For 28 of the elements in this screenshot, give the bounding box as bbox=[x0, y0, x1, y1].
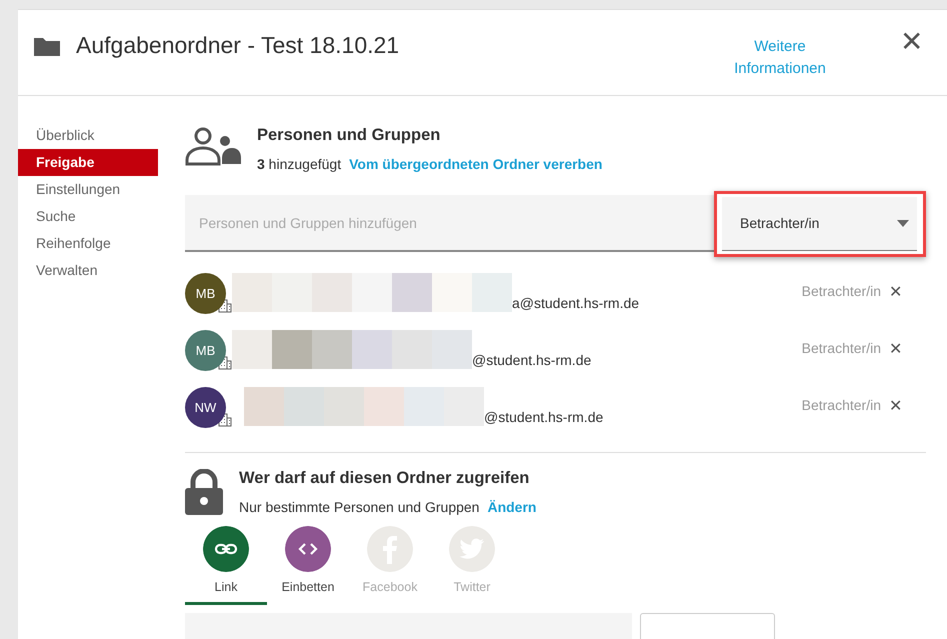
role-dropdown[interactable]: Betrachter/in bbox=[722, 196, 917, 251]
inherit-link[interactable]: Vom übergeordneten Ordner vererben bbox=[349, 154, 602, 175]
share-option-tab[interactable]: Einbetten bbox=[267, 526, 349, 606]
remove-button[interactable]: ✕ bbox=[881, 338, 902, 362]
window-title: Aufgabenordner - Test 18.10.21 bbox=[76, 31, 400, 60]
sidebar-item[interactable]: Suche bbox=[18, 203, 158, 230]
section-title: Wer darf auf diesen Ordner zugreifen bbox=[239, 468, 530, 489]
member-email: @student.hs-rm.de bbox=[484, 408, 604, 427]
sidebar-item[interactable]: Freigabe bbox=[18, 149, 158, 176]
member-email: a@student.hs-rm.de bbox=[512, 294, 640, 313]
avatar: NW bbox=[185, 386, 226, 428]
avatar: MB bbox=[185, 272, 226, 314]
share-option-tab[interactable]: Link bbox=[185, 526, 267, 606]
more-info-link[interactable]: Weitere Informationen bbox=[720, 36, 840, 80]
sidebar-item[interactable]: Einstellungen bbox=[18, 176, 158, 203]
change-link[interactable]: Ändern bbox=[487, 496, 536, 518]
remove-button[interactable]: ✕ bbox=[881, 394, 902, 419]
added-count: 3 hinzugefügt bbox=[257, 154, 342, 174]
member-email: @student.hs-rm.de bbox=[472, 350, 592, 370]
sidebar-item[interactable]: Reihenfolge bbox=[18, 230, 158, 257]
sidebar-item[interactable]: Verwalten bbox=[18, 257, 158, 284]
add-people-field[interactable]: Personen und Gruppen hinzufügen bbox=[185, 195, 714, 252]
section-title: Personen und Gruppen bbox=[257, 126, 442, 146]
sidebar-item[interactable]: Überblick bbox=[18, 122, 158, 149]
close-button[interactable]: ✕ bbox=[840, 28, 923, 56]
avatar: MB bbox=[185, 330, 226, 371]
access-description: Nur bestimmte Personen und Gruppen bbox=[239, 498, 480, 517]
remove-button[interactable]: ✕ bbox=[881, 280, 902, 305]
